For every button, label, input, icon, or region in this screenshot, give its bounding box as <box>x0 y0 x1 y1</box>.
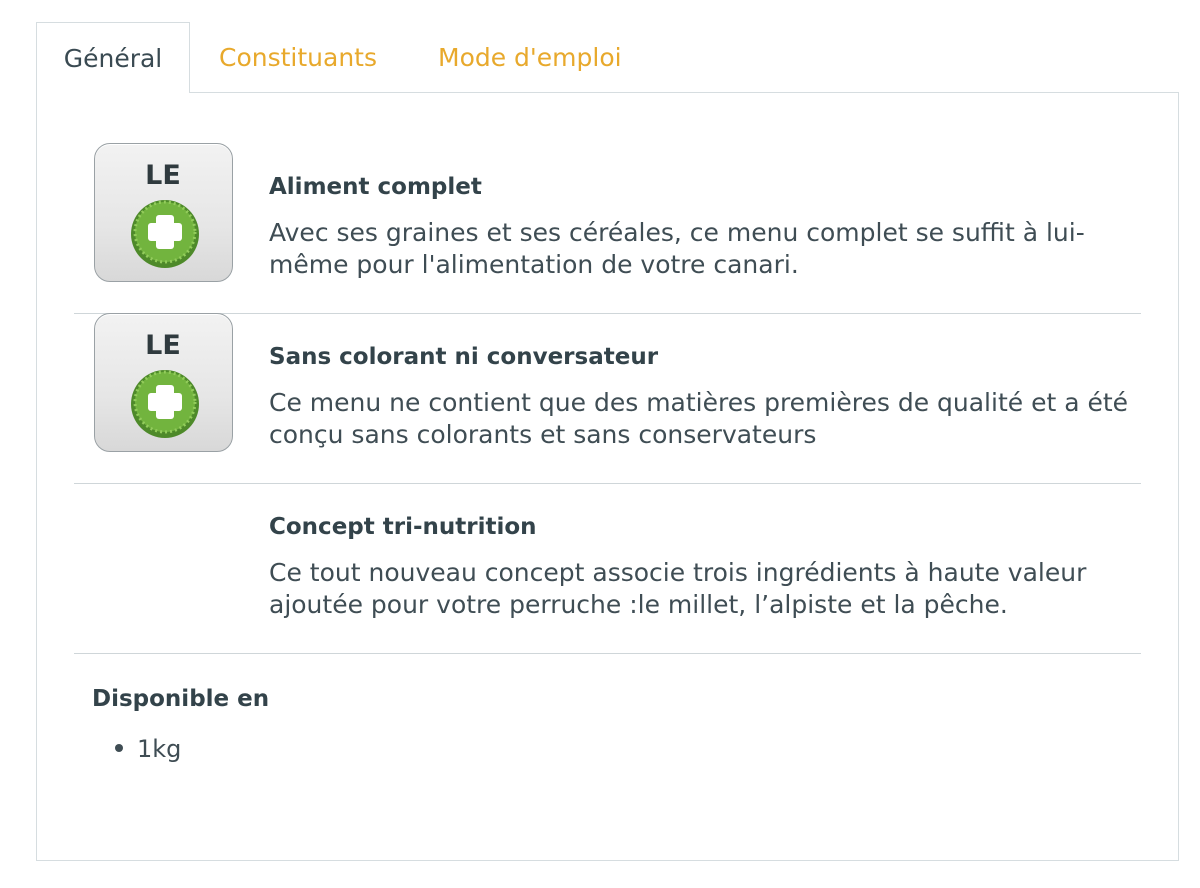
feature-title: Sans colorant ni conversateur <box>269 344 659 370</box>
feature-tri-nutrition: Concept tri-nutrition Ce tout nouveau co… <box>74 483 1141 654</box>
feature-sans-colorant: LE Sans colorant ni conversateur Ce menu… <box>74 313 1141 484</box>
feature-title: Aliment complet <box>269 174 482 200</box>
green-plus-badge-icon: LE <box>131 160 199 268</box>
availability-title: Disponible en <box>92 686 270 712</box>
tab-bar: Général Constituants Mode d'emploi <box>36 22 1178 93</box>
availability-list: 1kg <box>115 733 181 765</box>
feature-aliment-complet: LE Aliment complet Avec ses graines et s… <box>74 143 1141 314</box>
svg-text:LE: LE <box>145 160 181 191</box>
tab-mode-emploi[interactable]: Mode d'emploi <box>438 22 622 93</box>
green-plus-badge-icon: LE <box>131 330 199 438</box>
feature-description: Ce menu ne contient que des matières pre… <box>269 388 1129 449</box>
tab-constituants[interactable]: Constituants <box>219 22 377 93</box>
list-item: 1kg <box>115 733 181 765</box>
feature-title: Concept tri-nutrition <box>269 514 537 540</box>
le-plus-badge: LE <box>94 313 233 452</box>
tab-panel-general: LE Aliment complet Avec ses graines et s… <box>36 92 1179 861</box>
svg-text:LE: LE <box>145 330 181 361</box>
tab-general[interactable]: Général <box>36 22 190 93</box>
feature-description: Ce tout nouveau concept associe trois in… <box>269 558 1087 619</box>
bullet-icon <box>115 744 123 752</box>
le-plus-badge: LE <box>94 143 233 282</box>
feature-description: Avec ses graines et ses céréales, ce men… <box>269 218 1085 279</box>
